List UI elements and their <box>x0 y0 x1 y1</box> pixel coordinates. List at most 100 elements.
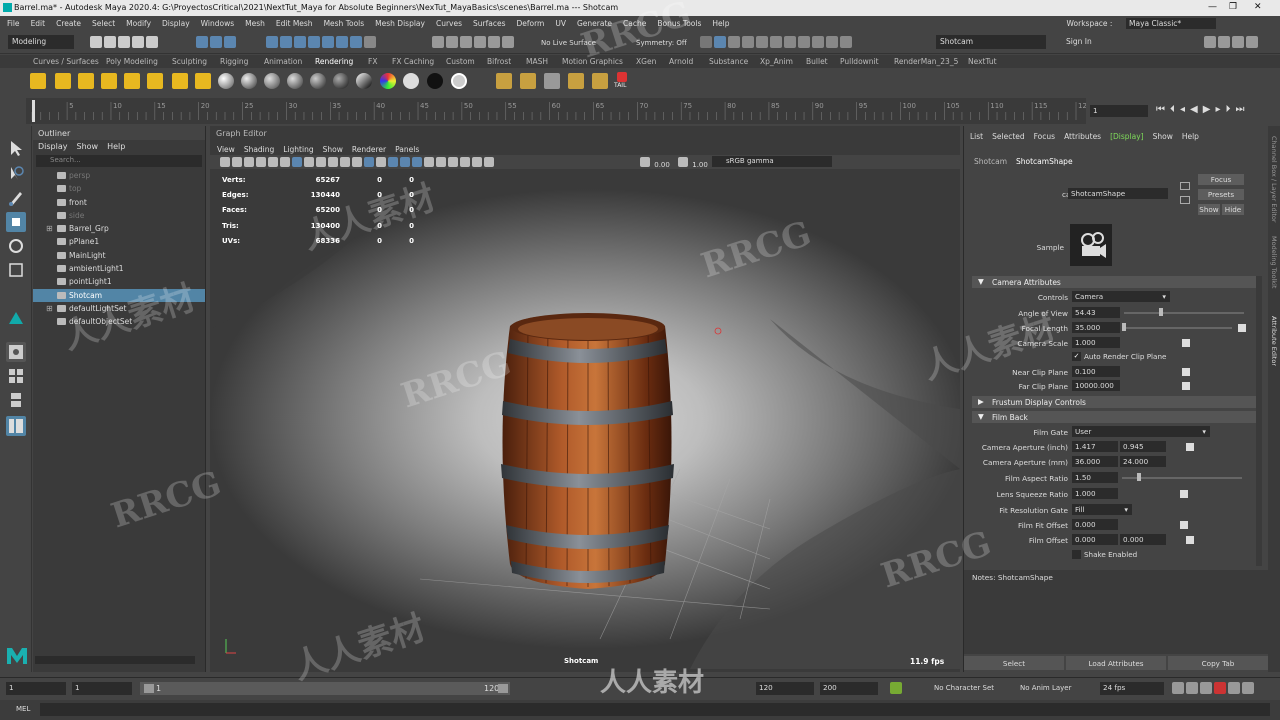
menu-modify[interactable]: Modify <box>126 19 151 28</box>
shelf-tab-sculpting[interactable]: Sculpting <box>172 57 207 66</box>
shelf-tab-rendering[interactable]: Rendering <box>315 57 353 66</box>
menu-uv[interactable]: UV <box>555 19 566 28</box>
select-hierarchy-icon[interactable] <box>196 36 208 48</box>
notes-area[interactable]: Notes: ShotcamShape <box>964 570 1268 654</box>
viewport-menu-shading[interactable]: Shading <box>244 145 274 154</box>
mel-input[interactable] <box>40 703 1270 716</box>
focal-length-map-button[interactable] <box>1238 324 1246 332</box>
menu-surfaces[interactable]: Surfaces <box>473 19 505 28</box>
select-camera-icon[interactable] <box>220 157 230 167</box>
shelf-tab-substance[interactable]: Substance <box>709 57 748 66</box>
tab-shotcamshape[interactable]: ShotcamShape <box>1016 157 1073 166</box>
menu-mesh[interactable]: Mesh <box>245 19 265 28</box>
attr-menu-attributes[interactable]: Attributes <box>1064 132 1101 141</box>
playback-end-field[interactable]: 120 <box>756 682 814 695</box>
rotate-tool-icon[interactable] <box>6 236 26 256</box>
shelf-tab-bifrost[interactable]: Bifrost <box>487 57 511 66</box>
ipr-render-icon[interactable] <box>742 36 754 48</box>
arnold-render-icon[interactable] <box>798 36 810 48</box>
far-clip-field[interactable]: 10000.000 <box>1072 380 1120 391</box>
blinn-icon[interactable] <box>241 73 257 89</box>
snap-live-icon[interactable] <box>336 36 348 48</box>
shadows-icon[interactable] <box>412 157 422 167</box>
camera-scale-map-button[interactable] <box>1182 339 1190 347</box>
snap-settings-icon[interactable] <box>350 36 362 48</box>
go-to-end-icon[interactable]: ⏭ <box>1235 104 1249 115</box>
move-tool-icon[interactable] <box>6 212 26 232</box>
menu-display[interactable]: Display <box>162 19 190 28</box>
expand-icon[interactable]: ⊞ <box>46 222 53 235</box>
camera-field[interactable]: Shotcam <box>936 35 1046 49</box>
select-object-icon[interactable] <box>210 36 222 48</box>
ipr-icon[interactable] <box>520 73 536 89</box>
lens-squeeze-map-button[interactable] <box>1180 490 1188 498</box>
viewport-menu-show[interactable]: Show <box>323 145 343 154</box>
outliner-persp-view-icon[interactable] <box>6 416 26 436</box>
pause-icon[interactable] <box>826 36 838 48</box>
construction-history-icon[interactable] <box>460 36 472 48</box>
aperture-mm-x-field[interactable]: 36.000 <box>1072 456 1118 467</box>
camera-icon[interactable] <box>30 73 46 89</box>
focal-length-field[interactable]: 35.000 <box>1072 322 1120 333</box>
camera-aim-icon[interactable] <box>55 73 71 89</box>
frustum-section[interactable]: ▶ Frustum Display Controls <box>972 396 1256 408</box>
character-set-dropdown[interactable]: No Character Set <box>934 684 994 692</box>
lens-squeeze-field[interactable]: 1.000 <box>1072 488 1118 499</box>
point-light-icon[interactable] <box>124 73 140 89</box>
workspace-selector[interactable]: Workspace : Maya Classic* <box>1060 18 1220 29</box>
light-locator-icon[interactable] <box>714 327 722 335</box>
snap-grid-icon[interactable] <box>266 36 278 48</box>
outliner-scrollbar[interactable] <box>35 656 195 664</box>
film-aspect-knob[interactable] <box>1137 473 1141 481</box>
outliner-item-front[interactable]: front <box>33 196 205 209</box>
surface-shader-icon[interactable] <box>287 73 303 89</box>
cache-icon[interactable] <box>1200 682 1212 694</box>
menu-curves[interactable]: Curves <box>436 19 462 28</box>
preferences-icon[interactable] <box>1242 682 1254 694</box>
attr-menu-help[interactable]: Help <box>1182 132 1199 141</box>
key-filter-icon[interactable] <box>1214 682 1226 694</box>
attribute-scrollbar[interactable] <box>1256 276 1262 566</box>
outliner-search-input[interactable]: Search... <box>36 155 202 167</box>
xray-joints-icon[interactable] <box>484 157 494 167</box>
menu-select[interactable]: Select <box>92 19 115 28</box>
gray-material-icon[interactable] <box>451 73 467 89</box>
spot-light-icon[interactable] <box>147 73 163 89</box>
go-to-start-icon[interactable]: ⏮ <box>1156 104 1170 115</box>
channel-box-toggle-icon[interactable] <box>1204 36 1216 48</box>
tail-button[interactable]: TAIL <box>614 72 630 92</box>
angle-of-view-field[interactable]: 54.43 <box>1072 307 1120 318</box>
fps-dropdown[interactable]: 24 fps <box>1100 682 1164 695</box>
save-scene-icon[interactable] <box>118 36 130 48</box>
color-space-dropdown[interactable]: sRGB gamma <box>712 156 832 167</box>
live-surface-label[interactable]: No Live Surface <box>541 39 596 47</box>
shake-enabled-checkbox[interactable] <box>1072 550 1081 559</box>
anti-aliasing-icon[interactable] <box>448 157 458 167</box>
viewport-menu-lighting[interactable]: Lighting <box>283 145 313 154</box>
copy-tab-button[interactable]: Copy Tab <box>1168 656 1268 670</box>
motion-blur-icon[interactable] <box>436 157 446 167</box>
outliner-item-top[interactable]: top <box>33 182 205 195</box>
film-offset-map-button[interactable] <box>1186 536 1194 544</box>
use-lights-icon[interactable] <box>400 157 410 167</box>
range-handle-start-icon[interactable] <box>144 684 154 693</box>
gamma-value[interactable]: 1.00 <box>692 161 708 169</box>
aperture-inch-map-button[interactable] <box>1186 443 1194 451</box>
shelf-tab-bullet[interactable]: Bullet <box>806 57 828 66</box>
film-gate-icon[interactable] <box>280 157 290 167</box>
focal-length-slider[interactable] <box>1124 327 1232 329</box>
wireframe-on-shaded-icon[interactable] <box>376 157 386 167</box>
shelf-tab-renderman-23-5[interactable]: RenderMan_23_5 <box>894 57 958 66</box>
far-clip-map-button[interactable] <box>1182 382 1190 390</box>
wireframe-icon[interactable] <box>352 157 362 167</box>
outliner-menu-help[interactable]: Help <box>107 142 125 151</box>
outliner-item-barrel-grp[interactable]: ⊞ Barrel_Grp <box>33 222 205 235</box>
outliner-item-pplane1[interactable]: pPlane1 <box>33 235 205 248</box>
lasso-tool-icon[interactable] <box>6 164 26 184</box>
step-back-icon[interactable]: ◂ <box>1180 104 1190 115</box>
attr-menu-show[interactable]: Show <box>1153 132 1173 141</box>
shelf-tab-arnold[interactable]: Arnold <box>669 57 693 66</box>
current-time-marker[interactable] <box>32 100 35 122</box>
focal-length-knob[interactable] <box>1122 323 1126 331</box>
play-forward-icon[interactable]: ▶ <box>1203 104 1216 115</box>
